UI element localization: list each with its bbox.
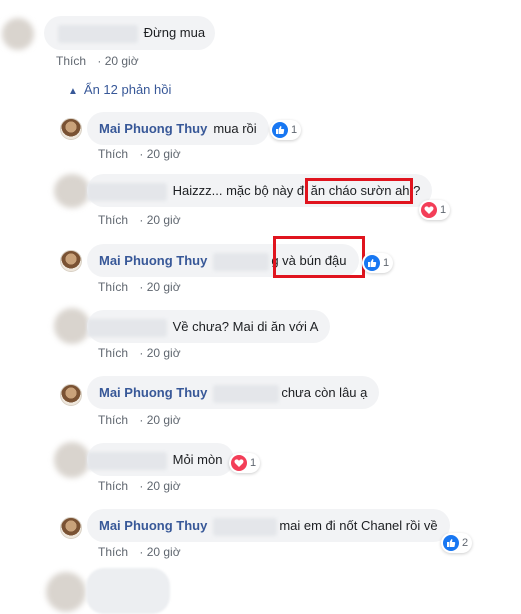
highlight-box <box>305 178 413 204</box>
highlight-box <box>273 236 365 278</box>
timestamp[interactable]: 20 giờ <box>147 545 181 559</box>
reply-text: chưa còn lâu ạ <box>281 385 368 400</box>
reaction-count: 1 <box>250 457 257 469</box>
avatar[interactable] <box>2 18 34 50</box>
like-link[interactable]: Thích <box>98 545 128 559</box>
like-link[interactable]: Thích <box>98 346 128 360</box>
reply-meta: Thích · 20 giờ <box>98 545 181 559</box>
heart-icon <box>231 455 247 471</box>
redacted-text <box>213 252 270 271</box>
separator: · <box>139 479 144 493</box>
hide-replies-link[interactable]: ▲ Ẩn 12 phản hồi <box>68 82 171 97</box>
reaction-count: 1 <box>383 257 390 269</box>
avatar[interactable] <box>54 308 90 344</box>
like-link[interactable]: Thích <box>98 413 128 427</box>
timestamp[interactable]: 20 giờ <box>105 54 139 68</box>
timestamp[interactable]: 20 giờ <box>147 413 181 427</box>
author-name[interactable]: Mai Phuong Thuy <box>99 385 207 400</box>
chevron-up-icon: ▲ <box>68 86 78 97</box>
redacted-name <box>87 318 167 337</box>
reaction-summary[interactable]: 2 <box>441 533 473 553</box>
reply-bubble: Mai Phuong Thuy mai em đi nốt Chanel rồi … <box>87 509 450 542</box>
reaction-count: 1 <box>440 204 447 216</box>
separator: · <box>139 213 144 227</box>
avatar[interactable] <box>60 250 82 272</box>
avatar[interactable] <box>60 118 82 140</box>
separator: · <box>139 545 144 559</box>
avatar[interactable] <box>54 174 90 208</box>
like-icon <box>443 535 459 551</box>
reply-bubble <box>86 568 170 614</box>
reply-text: mua rồi <box>213 121 257 136</box>
like-link[interactable]: Thích <box>98 479 128 493</box>
author-name[interactable]: Mai Phuong Thuy <box>99 253 207 268</box>
reply-meta: Thích · 20 giờ <box>98 479 181 493</box>
like-link[interactable]: Thích <box>98 147 128 161</box>
like-link[interactable]: Thích <box>98 213 128 227</box>
avatar[interactable] <box>60 384 82 406</box>
reaction-count: 2 <box>462 537 469 549</box>
reply-meta: Thích · 20 giờ <box>98 280 181 294</box>
timestamp[interactable]: 20 giờ <box>147 479 181 493</box>
separator: · <box>139 346 144 360</box>
redacted-name <box>58 24 138 43</box>
reply-bubble: Về chưa? Mai di ăn với A <box>87 310 331 343</box>
avatar[interactable] <box>60 517 82 539</box>
reply-meta: Thích · 20 giờ <box>98 147 181 161</box>
redacted-name <box>87 182 167 201</box>
redacted-name <box>87 451 167 470</box>
timestamp[interactable]: 20 giờ <box>147 147 181 161</box>
like-icon <box>272 122 288 138</box>
comment-meta: Thích · 20 giờ <box>56 54 139 68</box>
separator: · <box>139 413 144 427</box>
author-name[interactable]: Mai Phuong Thuy <box>99 121 207 136</box>
timestamp[interactable]: 20 giờ <box>147 213 181 227</box>
reply-meta: Thích · 20 giờ <box>98 213 181 227</box>
reply-text: Mỏi mòn <box>172 452 223 467</box>
separator: · <box>139 280 144 294</box>
timestamp[interactable]: 20 giờ <box>147 346 181 360</box>
reply-bubble: Mỏi mòn <box>87 443 235 476</box>
reply-text: mai em đi nốt Chanel rồi về <box>279 518 438 533</box>
avatar[interactable] <box>46 572 86 612</box>
avatar[interactable] <box>54 442 90 478</box>
like-link[interactable]: Thích <box>56 54 86 68</box>
reaction-summary[interactable]: 1 <box>270 120 302 140</box>
reply-meta: Thích · 20 giờ <box>98 413 181 427</box>
reply-bubble: Mai Phuong Thuy chưa còn lâu ạ <box>87 376 380 409</box>
reaction-summary[interactable]: 1 <box>419 200 451 220</box>
heart-icon <box>421 202 437 218</box>
redacted-text <box>213 384 280 403</box>
redacted-text <box>213 517 278 536</box>
reaction-count: 1 <box>291 124 298 136</box>
timestamp[interactable]: 20 giờ <box>147 280 181 294</box>
separator: · <box>139 147 144 161</box>
reaction-summary[interactable]: 1 <box>362 253 394 273</box>
reply-meta: Thích · 20 giờ <box>98 346 181 360</box>
author-name[interactable]: Mai Phuong Thuy <box>99 518 207 533</box>
reaction-summary[interactable]: 1 <box>229 453 261 473</box>
hide-replies-label: Ẩn 12 phản hồi <box>83 82 172 97</box>
reply-bubble: Mai Phuong Thuy mua rồi <box>87 112 269 145</box>
comment-bubble: Đừng mua <box>44 16 216 50</box>
reply-text: Về chưa? Mai di ăn với A <box>172 319 319 334</box>
separator: · <box>97 54 102 68</box>
like-icon <box>364 255 380 271</box>
like-link[interactable]: Thích <box>98 280 128 294</box>
comment-text: Đừng mua <box>143 25 206 40</box>
